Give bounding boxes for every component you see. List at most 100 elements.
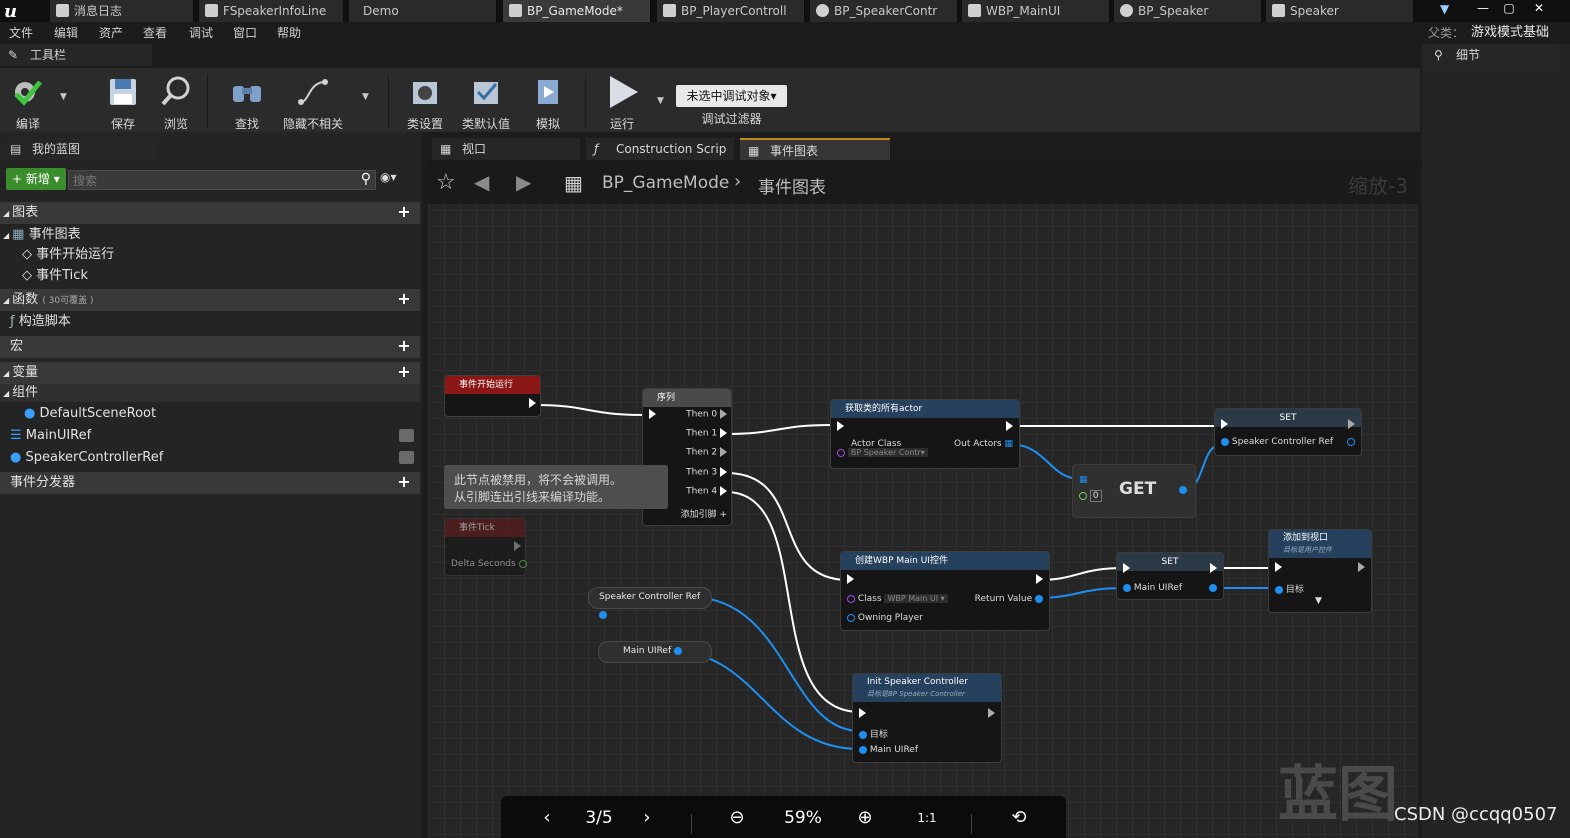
class-settings-button[interactable]: 类设置 [399,70,451,131]
prev-page-chevron-icon[interactable]: ‹ [535,806,559,830]
event-graph-canvas[interactable]: ☆ ◀ ▶ ▦ BP_GameMode › 事件图表 缩放-3 事件开始运行 序… [428,162,1418,838]
delta-seconds-pin[interactable]: Delta Seconds [451,559,527,569]
tree-var-speaker-controller-ref[interactable]: ● SpeakerControllerRef [0,448,420,468]
exec-out-pin[interactable] [988,708,995,719]
index-pin[interactable]: 0 [1079,490,1102,502]
expand-chevron-icon[interactable]: ▼ [1315,596,1322,606]
value-out-pin[interactable] [1347,437,1355,447]
then-1-pin[interactable]: Then 1 [686,428,727,439]
add-function-plus-icon[interactable]: + [396,291,412,307]
view-options-eye-icon[interactable]: ◉▾ [380,170,397,184]
exec-in-pin[interactable] [649,409,656,420]
tab-viewport[interactable]: ▦ 视口 [432,138,580,160]
unreal-logo-icon[interactable]: u [4,1,26,22]
tree-construction-script[interactable]: ƒ 构造脚本 [0,312,420,332]
rotate-icon[interactable]: ⟲ [1007,806,1031,830]
category-functions[interactable]: ◢ 函数 ( 30可覆盖 ) + [0,289,420,311]
node-create-widget[interactable]: 创建WBP Main UI控件 Class WBP Main UI ▾ Retu… [840,551,1050,631]
hide-unrelated-button[interactable]: 隐藏不相关 [280,70,346,131]
tab-speaker[interactable]: Speaker [1266,0,1414,22]
node-event-begin-play[interactable]: 事件开始运行 [444,375,541,417]
my-blueprint-tab[interactable]: ▤ 我的蓝图 [2,138,154,160]
search-field[interactable]: ⚲ [68,170,376,191]
var-getter-speaker-controller-ref[interactable]: Speaker Controller Ref [588,587,712,619]
tab-bp-playercontroller[interactable]: BP_PlayerControll [657,0,805,22]
menu-edit[interactable]: 编辑 [54,22,78,44]
parent-class-value[interactable]: 游戏模式基础 [1471,22,1549,44]
exec-out-pin[interactable] [1036,574,1043,585]
tree-var-main-ui-ref[interactable]: ☰ MainUIRef [0,426,420,446]
exec-in-pin[interactable] [859,708,866,719]
exec-in-pin[interactable] [1221,419,1228,430]
node-get-all-actors-of-class[interactable]: 获取类的所有actor Actor Class BP Speaker Contr… [830,399,1020,469]
target-pin[interactable]: 目标 [1275,582,1304,595]
compile-button[interactable]: 编译 [2,70,54,131]
add-graph-plus-icon[interactable]: + [396,204,412,220]
then-3-pin[interactable]: Then 3 [686,467,727,478]
main-ui-ref-pin[interactable]: Main UIRef [859,745,918,755]
owning-player-pin[interactable]: Owning Player [847,613,923,623]
node-array-get[interactable]: ▦ 0 GET [1072,464,1196,518]
new-button[interactable]: + 新增 ▾ [6,168,66,190]
add-variable-plus-icon[interactable]: + [396,364,412,380]
node-add-to-viewport[interactable]: 添加到视口 目标是用户控件 目标 ▼ [1268,529,1372,613]
add-dispatcher-plus-icon[interactable]: + [396,474,412,490]
debug-object-dropdown[interactable]: 未选中调试对象▾ [676,85,787,107]
add-pin-button[interactable]: 添加引脚 + [681,507,727,520]
class-pin[interactable]: Class WBP Main UI ▾ [847,594,948,604]
out-actors-pin[interactable]: Out Actors ▦ [954,439,1013,449]
category-graphs[interactable]: ◢ 图表 + [0,202,420,224]
array-in-pin[interactable]: ▦ [1079,475,1088,485]
class-defaults-button[interactable]: 类默认值 [460,70,512,131]
toolbar-panel-tab[interactable]: ✎ 工具栏 [0,44,152,66]
next-page-chevron-icon[interactable]: › [635,806,659,830]
tab-demo[interactable]: Demo [349,0,497,22]
tab-fspeakerinfoline[interactable]: FSpeakerInfoLine [199,0,344,22]
node-init-speaker-controller[interactable]: Init Speaker Controller 目标是BP Speaker Co… [852,673,1002,763]
exec-in-pin[interactable] [837,421,844,432]
exec-in-pin[interactable] [847,574,854,585]
zoom-in-icon[interactable]: ⊕ [853,806,877,830]
search-input[interactable] [69,171,355,191]
var-getter-main-ui-ref[interactable]: Main UIRef [598,641,712,663]
node-set-speaker-controller-ref[interactable]: SET Speaker Controller Ref [1214,408,1362,456]
find-button[interactable]: 查找 [221,70,273,131]
value-out-pin[interactable] [1209,583,1217,593]
add-macro-plus-icon[interactable]: + [396,338,412,354]
close-button[interactable]: ✕ [1526,0,1552,18]
compile-options-chevron-icon[interactable]: ▼ [60,92,67,102]
exec-in-pin[interactable] [1123,563,1130,574]
tab-bp-speaker[interactable]: BP_Speaker [1114,0,1262,22]
node-event-tick[interactable]: 事件Tick Delta Seconds [444,518,527,576]
exec-out-pin[interactable] [1210,563,1217,574]
menu-file[interactable]: 文件 [9,22,33,44]
then-2-pin[interactable]: Then 2 [686,447,727,458]
exec-in-pin[interactable] [1275,562,1282,573]
tab-wbp-mainui[interactable]: WBP_MainUI [962,0,1110,22]
feedback-icon[interactable]: ▼ [1440,2,1454,16]
exec-out-pin[interactable] [514,541,521,552]
target-pin[interactable]: 目标 [859,727,888,740]
node-set-main-ui-ref[interactable]: SET Main UIRef [1116,552,1224,600]
actual-size-icon[interactable]: 1:1 [913,806,941,830]
run-button[interactable]: 运行 [596,70,648,131]
exec-out-pin[interactable] [1006,421,1013,432]
tab-bp-speakercontroller[interactable]: BP_SpeakerContr [810,0,958,22]
menu-asset[interactable]: 资产 [99,22,123,44]
details-panel-tab[interactable]: ⚲ 细节 [1426,44,1558,66]
class-dropdown[interactable]: WBP Main UI ▾ [884,594,948,603]
actor-class-pin[interactable]: BP Speaker Contr▾ [837,448,928,458]
tree-event-begin-play[interactable]: ◇ 事件开始运行 [0,245,420,265]
category-variables[interactable]: ◢ 变量 + [0,362,420,384]
menu-help[interactable]: 帮助 [277,22,301,44]
tree-default-scene-root[interactable]: ● DefaultSceneRoot [0,404,420,424]
save-button[interactable]: 保存 [97,70,149,131]
class-dropdown[interactable]: BP Speaker Contr▾ [847,448,928,457]
index-value[interactable]: 0 [1089,490,1102,502]
tab-construction-script[interactable]: ƒ Construction Scrip [586,138,734,160]
visibility-eye-icon[interactable] [399,429,414,442]
tree-event-tick[interactable]: ◇ 事件Tick [0,266,420,286]
exec-out-pin[interactable] [1348,419,1355,430]
speaker-controller-ref-pin[interactable]: Speaker Controller Ref [1221,437,1333,447]
tab-bp-gamemode[interactable]: BP_GameMode* [503,0,651,22]
